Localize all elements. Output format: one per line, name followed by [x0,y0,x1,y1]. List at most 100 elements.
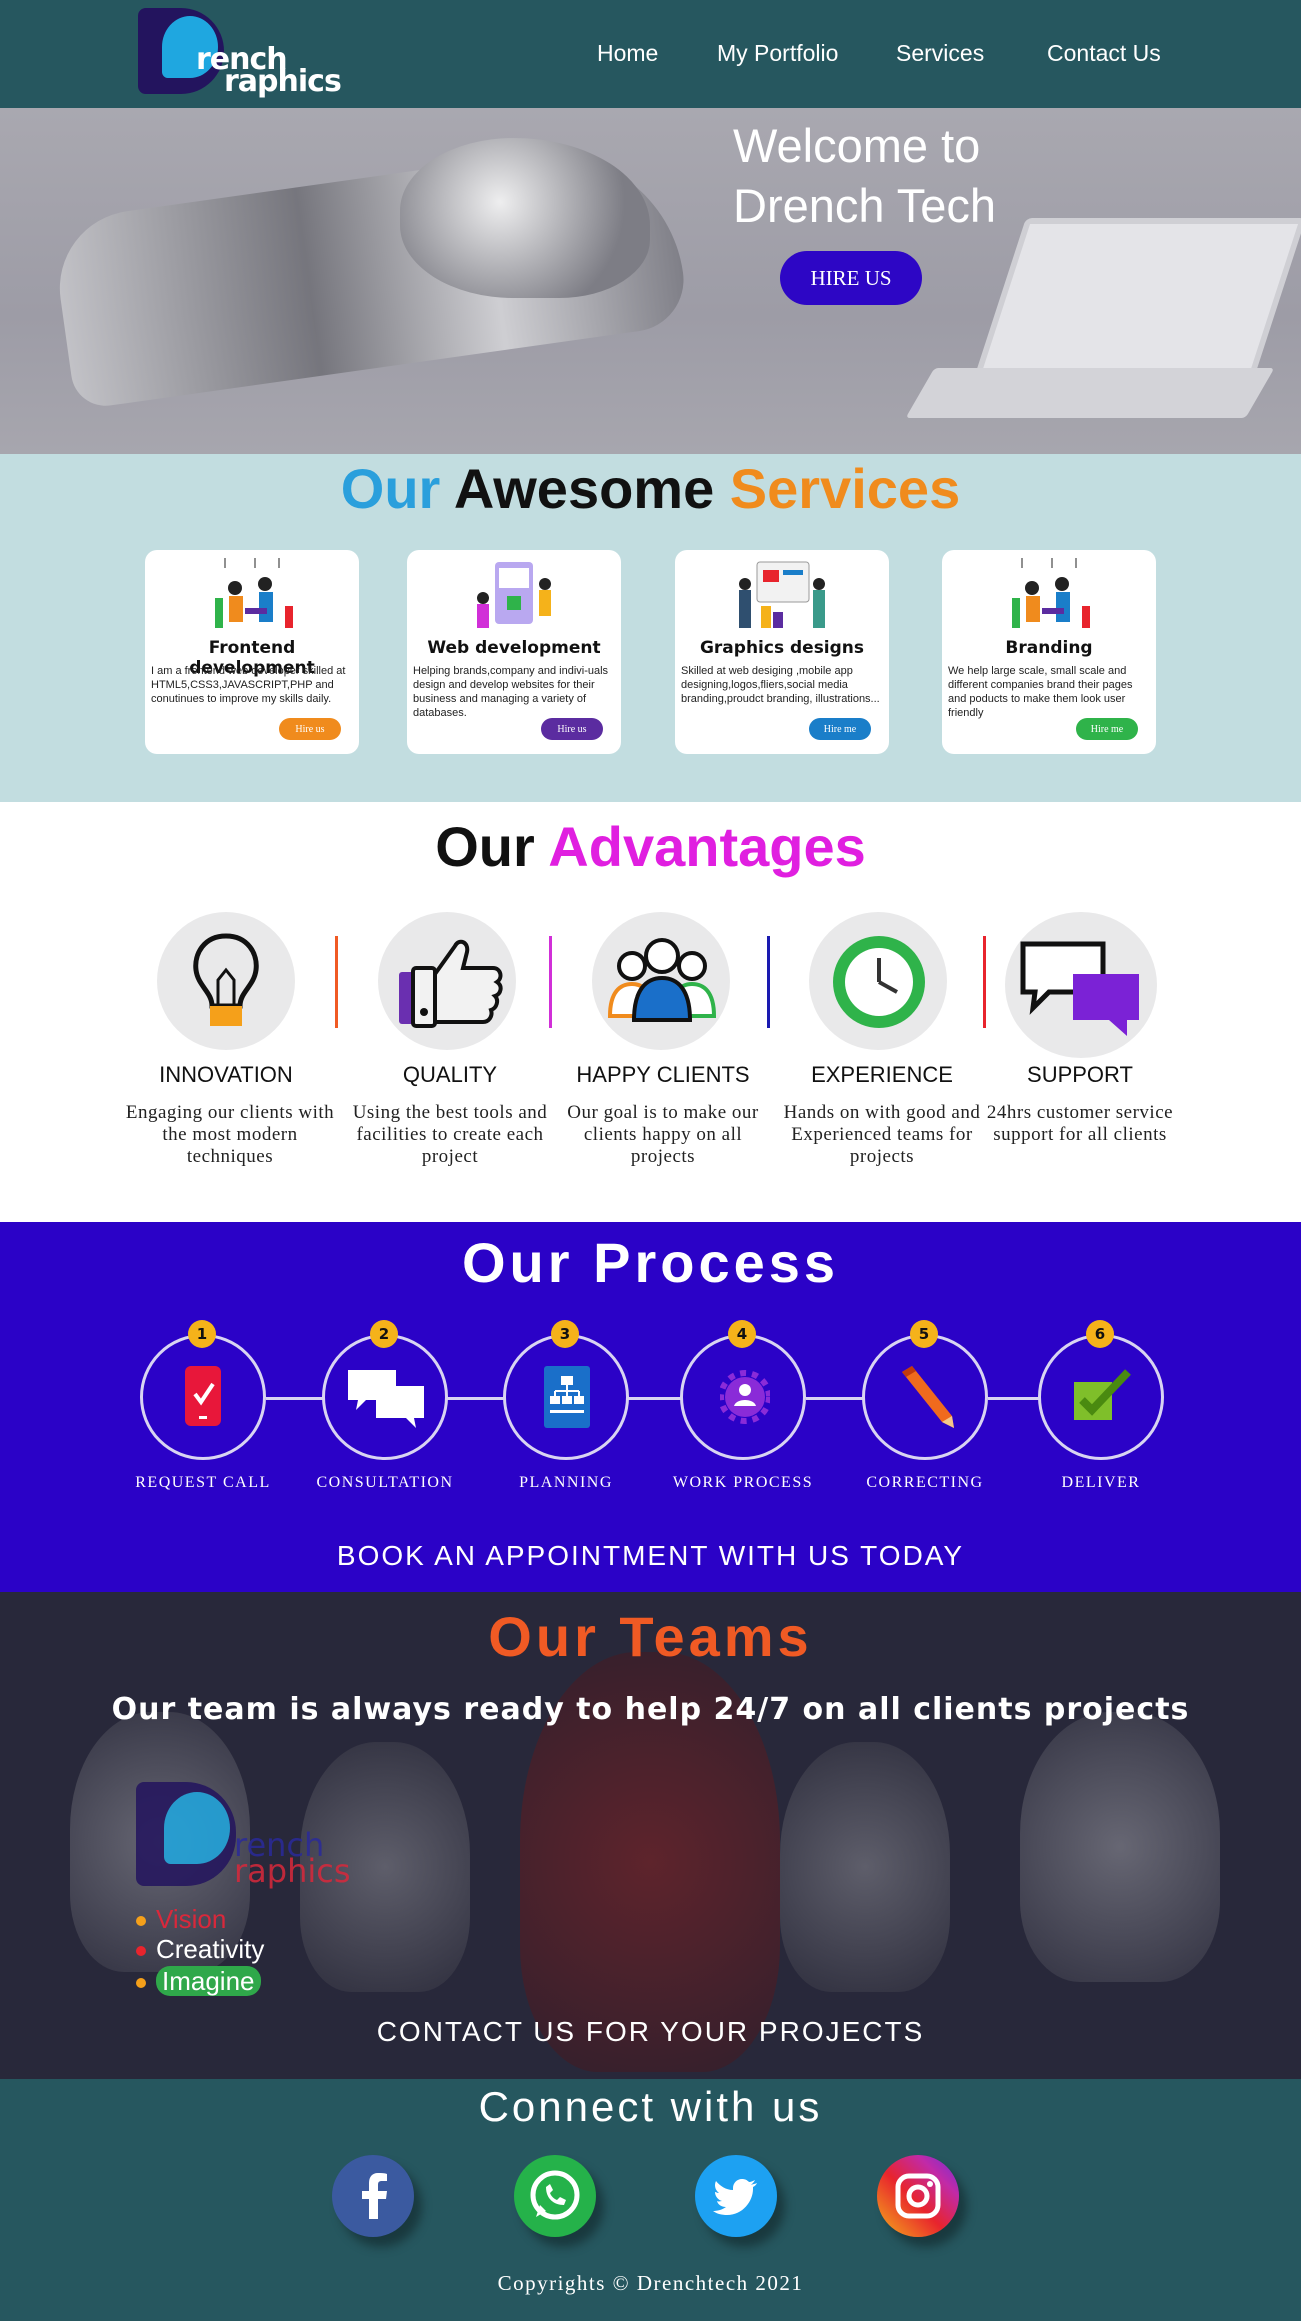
teams-title: Our Teams [488,1605,813,1668]
service-card-web: Web development Helping brands,company a… [407,550,621,754]
people-illustration-icon [1012,558,1090,628]
advantage-desc: Using the best tools and facilities to c… [352,1102,548,1167]
teams-subtitle: Our team is always ready to help 24/7 on… [111,1692,1190,1727]
service-card-desc: Skilled at web desiging ,mobile app desi… [681,665,880,705]
nav-home[interactable]: Home [597,40,658,67]
advantage-desc: Engaging our clients with the most moder… [125,1102,335,1167]
divider [335,936,338,1028]
service-card-title: Graphics designs [699,638,865,658]
hire-us-card-button[interactable]: Hire us [279,718,341,740]
services-section: Our Awesome Services Frontend developmen… [0,454,1301,802]
laptop-screen-illustration [974,218,1301,378]
hero-banner: Welcome to Drench Tech HIRE US [0,108,1301,454]
divider [983,936,986,1028]
step-number-badge: 2 [370,1320,398,1348]
process-connector [628,1397,684,1400]
twitter-icon[interactable] [695,2155,777,2237]
bullet-imagine: Imagine [136,1966,261,1997]
step-number-badge: 4 [728,1320,756,1348]
process-connector [988,1397,1042,1400]
nav-contact-us[interactable]: Contact Us [1047,40,1161,67]
instagram-glyph [895,2173,941,2219]
services-title-word2: Awesome [453,457,715,520]
whatsapp-icon[interactable] [514,2155,596,2237]
service-card-desc: We help large scale, small scale and dif… [948,665,1133,719]
lightbulb-icon [193,933,259,1026]
robot-bg-illustration [1020,1712,1220,1982]
connect-section: Connect with us Copyrights © Drenchtech … [0,2079,1301,2321]
step-label: CONSULTATION [316,1474,454,1491]
step-label: CORRECTING [866,1474,984,1491]
whatsapp-glyph [530,2170,580,2220]
advantage-name: HAPPY CLIENTS [576,1062,750,1087]
bullet-dot-icon [136,1916,146,1927]
nav-services[interactable]: Services [896,40,984,67]
advantage-name: QUALITY [402,1062,498,1087]
advantages-title-word2: Advantages [548,815,866,878]
nav-my-portfolio[interactable]: My Portfolio [717,40,838,67]
process-section: Our Process 1 REQUEST CALL 2 CONSULTATIO… [0,1222,1301,1592]
hero-title-line1: Welcome to [733,119,981,172]
service-card-branding: Branding We help large scale, small scal… [942,550,1156,754]
copyright-text: Copyrights © Drenchtech 2021 [497,2271,804,2295]
bullet-text: Vision [156,1904,227,1934]
hero-title: Welcome to Drench Tech [733,116,996,236]
sitemap-icon [544,1366,590,1428]
bullet-dot-icon [136,1978,146,1989]
phone-icon [185,1366,221,1426]
advantage-desc: 24hrs customer service support for all c… [986,1102,1174,1145]
laptop-base-illustration [905,368,1275,418]
advantage-name: INNOVATION [159,1062,293,1087]
service-card-desc: Helping brands,company and indivi-uals d… [413,665,609,719]
service-card-graphics: Graphics designs Skilled at web desiging… [675,550,889,754]
pencil-icon [902,1366,954,1428]
service-card-title: Web development [427,638,601,658]
step-number-badge: 6 [1086,1320,1114,1348]
connect-title: Connect with us [478,2083,823,2130]
step-number-badge: 5 [910,1320,938,1348]
bullet-text: Imagine [156,1966,261,1996]
checkbox-icon [1074,1369,1131,1420]
step-number-badge: 1 [188,1320,216,1348]
advantage-name: EXPERIENCE [811,1062,953,1087]
divider [767,936,770,1028]
facebook-glyph [362,2173,387,2219]
services-title-word1: Our [340,457,441,520]
advantages-section: Our Advantages INNOVATION Engaging our c… [0,802,1301,1222]
hire-us-button[interactable]: HIRE US [780,251,922,305]
bullet-text: Creativity [156,1934,265,1964]
robot-head-illustration [400,138,650,298]
logo-text-line2: raphics [224,64,342,99]
teams-section: Our Teams Our team is always ready to he… [0,1592,1301,2079]
robot-bg-illustration [780,1742,950,1992]
hire-us-card-button[interactable]: Hire us [541,718,603,740]
divider [549,936,552,1028]
hire-me-card-button[interactable]: Hire me [1076,718,1138,740]
group-icon [607,938,717,1022]
process-connector [447,1397,507,1400]
thumbs-up-icon [399,939,503,1028]
step-label: REQUEST CALL [135,1474,271,1491]
facebook-icon[interactable] [332,2155,414,2237]
web-design-illustration-icon [477,562,551,628]
advantage-desc: Hands on with good and Experienced teams… [783,1102,981,1167]
chat-bubbles-icon [1020,941,1139,1036]
advantages-title: Our Advantages [0,814,1301,879]
twitter-glyph [713,2179,757,2215]
brand-logo[interactable]: rench raphics [138,6,348,99]
book-appointment-cta[interactable]: BOOK AN APPOINTMENT WITH US TODAY [0,1540,1301,1572]
service-card-frontend: Frontend development I am a frontend web… [145,550,359,754]
process-connector [266,1397,326,1400]
hire-me-card-button[interactable]: Hire me [809,718,871,740]
step-label: DELIVER [1061,1474,1141,1491]
instagram-icon[interactable] [877,2155,959,2237]
hero-title-line2: Drench Tech [733,179,996,232]
step-label: PLANNING [519,1474,613,1491]
contact-projects-cta[interactable]: CONTACT US FOR YOUR PROJECTS [0,2016,1301,2048]
bullet-vision: Vision [136,1904,226,1935]
service-card-desc: I am a frontend web developer skilled at… [151,665,346,705]
chat-icon [348,1370,424,1428]
advantage-desc: Our goal is to make our clients happy on… [567,1102,759,1167]
step-label: WORK PROCESS [672,1474,814,1491]
process-title: Our Process [461,1231,840,1294]
